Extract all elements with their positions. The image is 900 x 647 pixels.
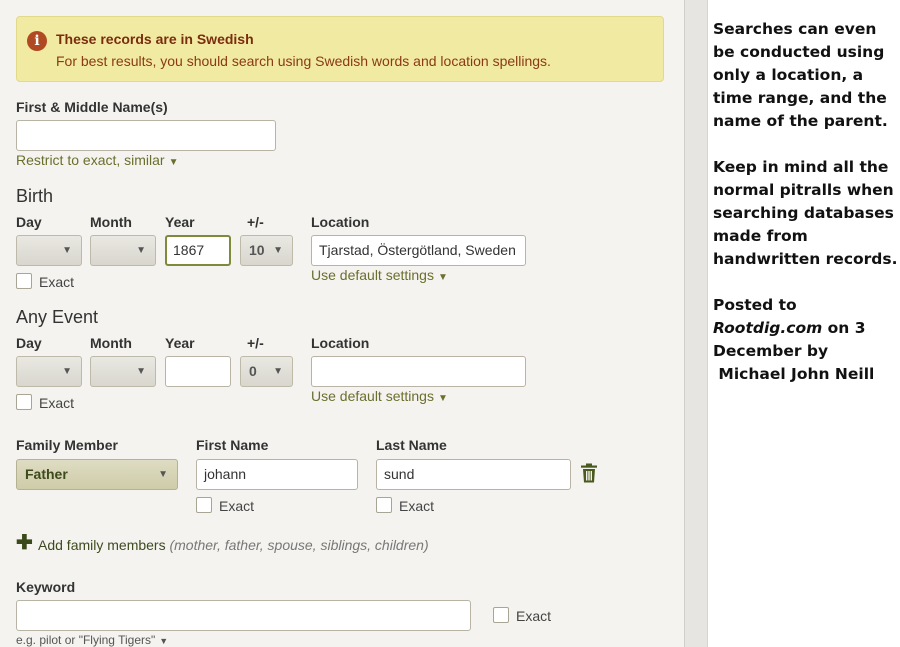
keyword-example[interactable]: e.g. pilot or "Flying Tigers" ▼ <box>16 633 168 647</box>
birth-location-input[interactable]: Tjarstad, Östergötland, Sweden <box>311 235 526 266</box>
site-name: Rootdig.com <box>713 319 823 337</box>
keyword-label: Keyword <box>16 579 76 595</box>
keyword-exact-checkbox[interactable] <box>493 607 509 623</box>
family-member-select[interactable]: Father ▼ <box>16 459 178 490</box>
birth-year-input[interactable]: 1867 <box>165 235 231 266</box>
author-name: Michael John Neill <box>718 365 875 383</box>
annotation-paragraph-1: Searches can even be conducted using onl… <box>713 20 888 130</box>
dropdown-arrow-icon: ▼ <box>62 366 72 377</box>
birth-range-value: 10 <box>249 242 265 258</box>
family-member-label: Family Member <box>16 437 118 453</box>
dropdown-arrow-icon: ▼ <box>136 245 146 256</box>
birth-default-label: Use default settings <box>311 267 434 283</box>
alert-body: For best results, you should search usin… <box>56 53 551 69</box>
last-name-exact-label: Exact <box>399 498 435 514</box>
restrict-exact-link[interactable]: Restrict to exact, similar ▼ <box>16 152 179 168</box>
event-location-input[interactable] <box>311 356 526 387</box>
caret-down-icon: ▼ <box>168 157 179 168</box>
family-first-name-input[interactable]: johann <box>196 459 358 490</box>
event-location-label: Location <box>311 335 370 351</box>
plus-icon[interactable]: ✚ <box>16 533 33 553</box>
birth-range-label: +/- <box>247 214 264 230</box>
caret-down-icon: ▼ <box>437 272 448 283</box>
any-event-heading: Any Event <box>16 307 99 327</box>
birth-month-label: Month <box>90 214 132 230</box>
alert-title: These records are in Swedish <box>56 31 254 47</box>
add-family-hint: (mother, father, spouse, siblings, child… <box>169 537 429 553</box>
annotation-paragraph-2: Keep in mind all the normal pitralls whe… <box>713 158 898 268</box>
event-default-label: Use default settings <box>311 388 434 404</box>
birth-default-settings-link[interactable]: Use default settings ▼ <box>311 267 448 283</box>
caret-down-icon: ▼ <box>437 393 448 404</box>
family-first-name-label: First Name <box>196 437 269 453</box>
event-year-input[interactable] <box>165 356 231 387</box>
event-exact-label: Exact <box>39 395 75 411</box>
event-year-label: Year <box>165 335 195 351</box>
event-month-select[interactable]: ▼ <box>90 356 156 387</box>
event-day-select[interactable]: ▼ <box>16 356 82 387</box>
first-name-input[interactable] <box>16 120 276 151</box>
search-form: i These records are in Swedish For best … <box>0 0 684 647</box>
birth-day-label: Day <box>16 214 42 230</box>
posted-prefix: Posted to <box>713 296 797 314</box>
family-last-name-input[interactable]: sund <box>376 459 571 490</box>
birth-exact-label: Exact <box>39 274 75 290</box>
dropdown-arrow-icon: ▼ <box>273 245 283 256</box>
birth-year-label: Year <box>165 214 195 230</box>
keyword-exact-label: Exact <box>516 608 552 624</box>
birth-location-label: Location <box>311 214 370 230</box>
info-icon: i <box>27 31 47 51</box>
birth-heading: Birth <box>16 186 54 206</box>
event-month-label: Month <box>90 335 132 351</box>
dropdown-arrow-icon: ▼ <box>62 245 72 256</box>
event-day-label: Day <box>16 335 42 351</box>
add-family-members-link[interactable]: Add family members (mother, father, spou… <box>38 537 429 553</box>
keyword-input[interactable] <box>16 600 471 631</box>
birth-month-select[interactable]: ▼ <box>90 235 156 266</box>
trash-icon[interactable] <box>580 463 598 483</box>
birth-day-select[interactable]: ▼ <box>16 235 82 266</box>
dropdown-arrow-icon: ▼ <box>158 469 168 480</box>
dropdown-arrow-icon: ▼ <box>273 366 283 377</box>
restrict-link-label: Restrict to exact, similar <box>16 152 165 168</box>
first-name-exact-label: Exact <box>219 498 255 514</box>
family-member-value: Father <box>25 466 68 482</box>
first-name-label: First & Middle Name(s) <box>16 99 168 115</box>
language-alert: i These records are in Swedish For best … <box>16 16 664 82</box>
add-family-label: Add family members <box>38 537 166 553</box>
birth-exact-checkbox[interactable] <box>16 273 32 289</box>
annotation-text: Searches can even be conducted using onl… <box>713 18 900 409</box>
event-range-label: +/- <box>247 335 264 351</box>
dropdown-arrow-icon: ▼ <box>136 366 146 377</box>
first-name-exact-checkbox[interactable] <box>196 497 212 513</box>
birth-range-select[interactable]: 10 ▼ <box>240 235 293 266</box>
annotation-panel: Searches can even be conducted using onl… <box>708 0 900 647</box>
annotation-paragraph-3: Posted to Rootdig.com on 3 December by M… <box>713 294 900 386</box>
event-default-settings-link[interactable]: Use default settings ▼ <box>311 388 448 404</box>
last-name-exact-checkbox[interactable] <box>376 497 392 513</box>
event-range-value: 0 <box>249 363 257 379</box>
caret-down-icon: ▼ <box>159 636 169 646</box>
family-last-name-label: Last Name <box>376 437 447 453</box>
scroll-gutter <box>684 0 708 647</box>
event-exact-checkbox[interactable] <box>16 394 32 410</box>
event-range-select[interactable]: 0 ▼ <box>240 356 293 387</box>
keyword-example-text: e.g. pilot or "Flying Tigers" <box>16 633 156 647</box>
